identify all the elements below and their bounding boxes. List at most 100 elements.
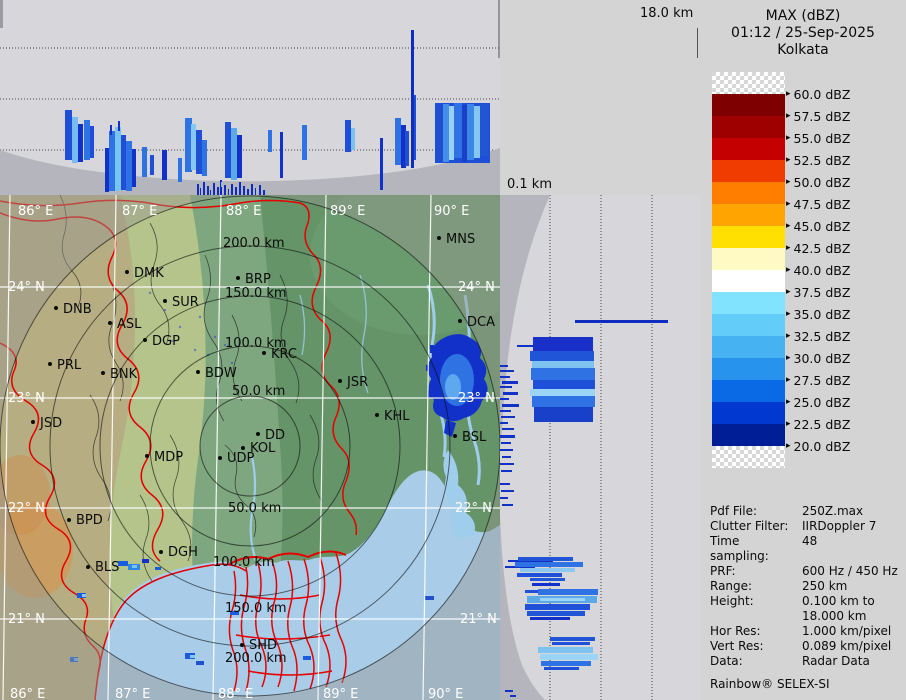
city-label: BRP xyxy=(245,272,271,287)
city-dot xyxy=(31,420,35,424)
city-label: BNK xyxy=(110,367,138,382)
legend-label: 55.0 dBZ xyxy=(793,130,851,146)
info-value: 1.000 km/pixel xyxy=(802,624,892,638)
legend-label: 25.0 dBZ xyxy=(793,394,851,410)
arrow-icon: ▸ xyxy=(786,155,791,165)
city-dot xyxy=(145,454,149,458)
city-dot xyxy=(143,338,147,342)
legend-label: 45.0 dBZ xyxy=(793,218,851,234)
legend-entry: ▸ 20.0 dBZ xyxy=(786,438,850,454)
swatch xyxy=(712,160,785,182)
swatch xyxy=(712,314,785,336)
info-label: Height: xyxy=(710,594,754,608)
info-value: 250 km xyxy=(802,579,848,593)
swatch-above-max xyxy=(712,72,785,94)
city-label: UDP xyxy=(227,451,255,466)
info-row: 18.000 km xyxy=(710,609,902,624)
info-label: Vert Res: xyxy=(710,639,764,653)
lon-label: 87° E xyxy=(122,204,157,219)
legend-entry: ▸ 60.0 dBZ xyxy=(786,86,850,102)
city-dot xyxy=(375,413,379,417)
swatch xyxy=(712,182,785,204)
city-dot xyxy=(453,434,457,438)
info-label: Data: xyxy=(710,654,743,668)
city-dot xyxy=(163,299,167,303)
lat-label: 24° N xyxy=(458,280,495,295)
swatch xyxy=(712,292,785,314)
city-dot xyxy=(241,446,245,450)
city-dot xyxy=(108,321,112,325)
arrow-icon: ▸ xyxy=(786,221,791,231)
lat-label: 23° N xyxy=(458,391,495,406)
legend-entry: ▸ 50.0 dBZ xyxy=(786,174,850,190)
info-value: 48 xyxy=(802,534,818,548)
legend-entry: ▸ 42.5 dBZ xyxy=(786,240,850,256)
swatch xyxy=(712,270,785,292)
info-label: Range: xyxy=(710,579,753,593)
height-axis-max-label: 18.0 km xyxy=(640,6,694,21)
legend-entry: ▸ 37.5 dBZ xyxy=(786,284,850,300)
product-title-block: MAX (dBZ) 01:12 / 25-Sep-2025 Kolkata xyxy=(700,8,906,59)
color-scale xyxy=(712,72,785,468)
info-row: Data: Radar Data xyxy=(710,654,902,669)
legend-entry: ▸ 32.5 dBZ xyxy=(786,328,850,344)
info-label xyxy=(710,609,802,624)
info-value: 18.000 km xyxy=(802,609,867,623)
arrow-icon: ▸ xyxy=(786,331,791,341)
legend-entry: ▸ 55.0 dBZ xyxy=(786,130,850,146)
arrow-icon: ▸ xyxy=(786,177,791,187)
arrow-icon: ▸ xyxy=(786,265,791,275)
lon-label: 86° E xyxy=(10,687,45,700)
city-dot xyxy=(54,306,58,310)
ring-label: 150.0 km xyxy=(225,286,287,301)
arrow-icon: ▸ xyxy=(786,287,791,297)
legend-label: 37.5 dBZ xyxy=(793,284,851,300)
software-brand: Rainbow® SELEX-SI xyxy=(710,677,830,691)
legend-label: 40.0 dBZ xyxy=(793,262,851,278)
city-dot xyxy=(256,432,260,436)
city-label: DCA xyxy=(467,315,495,330)
legend-label: 32.5 dBZ xyxy=(793,328,851,344)
info-value: Radar Data xyxy=(802,654,870,668)
info-row: Clutter Filter: IIRDoppler 7 xyxy=(710,519,902,534)
city-label: DMK xyxy=(134,266,164,281)
city-label: MDP xyxy=(154,450,183,465)
scan-info-block: Pdf File: 250Z.max Clutter Filter: IIRDopp… xyxy=(710,504,902,692)
city-label: MNS xyxy=(446,232,475,247)
side-height-panel xyxy=(500,195,700,700)
lat-label: 22° N xyxy=(8,501,45,516)
info-row: Vert Res: 0.089 km/pixel xyxy=(710,639,902,654)
info-value: IIRDoppler 7 xyxy=(802,519,877,533)
lat-label: 22° N xyxy=(455,501,492,516)
city-dot xyxy=(159,550,163,554)
lon-label: 87° E xyxy=(115,687,150,700)
product-datetime: 01:12 / 25-Sep-2025 xyxy=(731,25,875,41)
info-value: 0.089 km/pixel xyxy=(802,639,892,653)
swatch xyxy=(712,380,785,402)
info-label: PRF: xyxy=(710,564,736,578)
lat-label: 24° N xyxy=(8,280,45,295)
info-row: Range: 250 km xyxy=(710,579,902,594)
legend-entry: ▸ 25.0 dBZ xyxy=(786,394,850,410)
city-label: DGP xyxy=(152,334,180,349)
swatch-below-min xyxy=(712,446,785,468)
city-dot xyxy=(86,565,90,569)
city-label: SHD xyxy=(249,638,277,653)
arrow-icon: ▸ xyxy=(786,111,791,121)
city-dot xyxy=(262,351,266,355)
legend-label: 27.5 dBZ xyxy=(793,372,851,388)
city-label: KHL xyxy=(384,409,410,424)
info-row: Height: 0.100 km to xyxy=(710,594,902,609)
city-label: BDW xyxy=(205,366,237,381)
legend-label: 22.5 dBZ xyxy=(793,416,851,432)
swatch xyxy=(712,402,785,424)
legend-entry: ▸ 35.0 dBZ xyxy=(786,306,850,322)
swatch xyxy=(712,138,785,160)
ring-label: 100.0 km xyxy=(213,555,275,570)
ring-label: 200.0 km xyxy=(223,236,285,251)
arrow-icon: ▸ xyxy=(786,397,791,407)
city-label: PRL xyxy=(57,358,82,373)
ring-label: 200.0 km xyxy=(225,651,287,666)
lon-label: 86° E xyxy=(18,204,53,219)
city-dot xyxy=(218,456,222,460)
